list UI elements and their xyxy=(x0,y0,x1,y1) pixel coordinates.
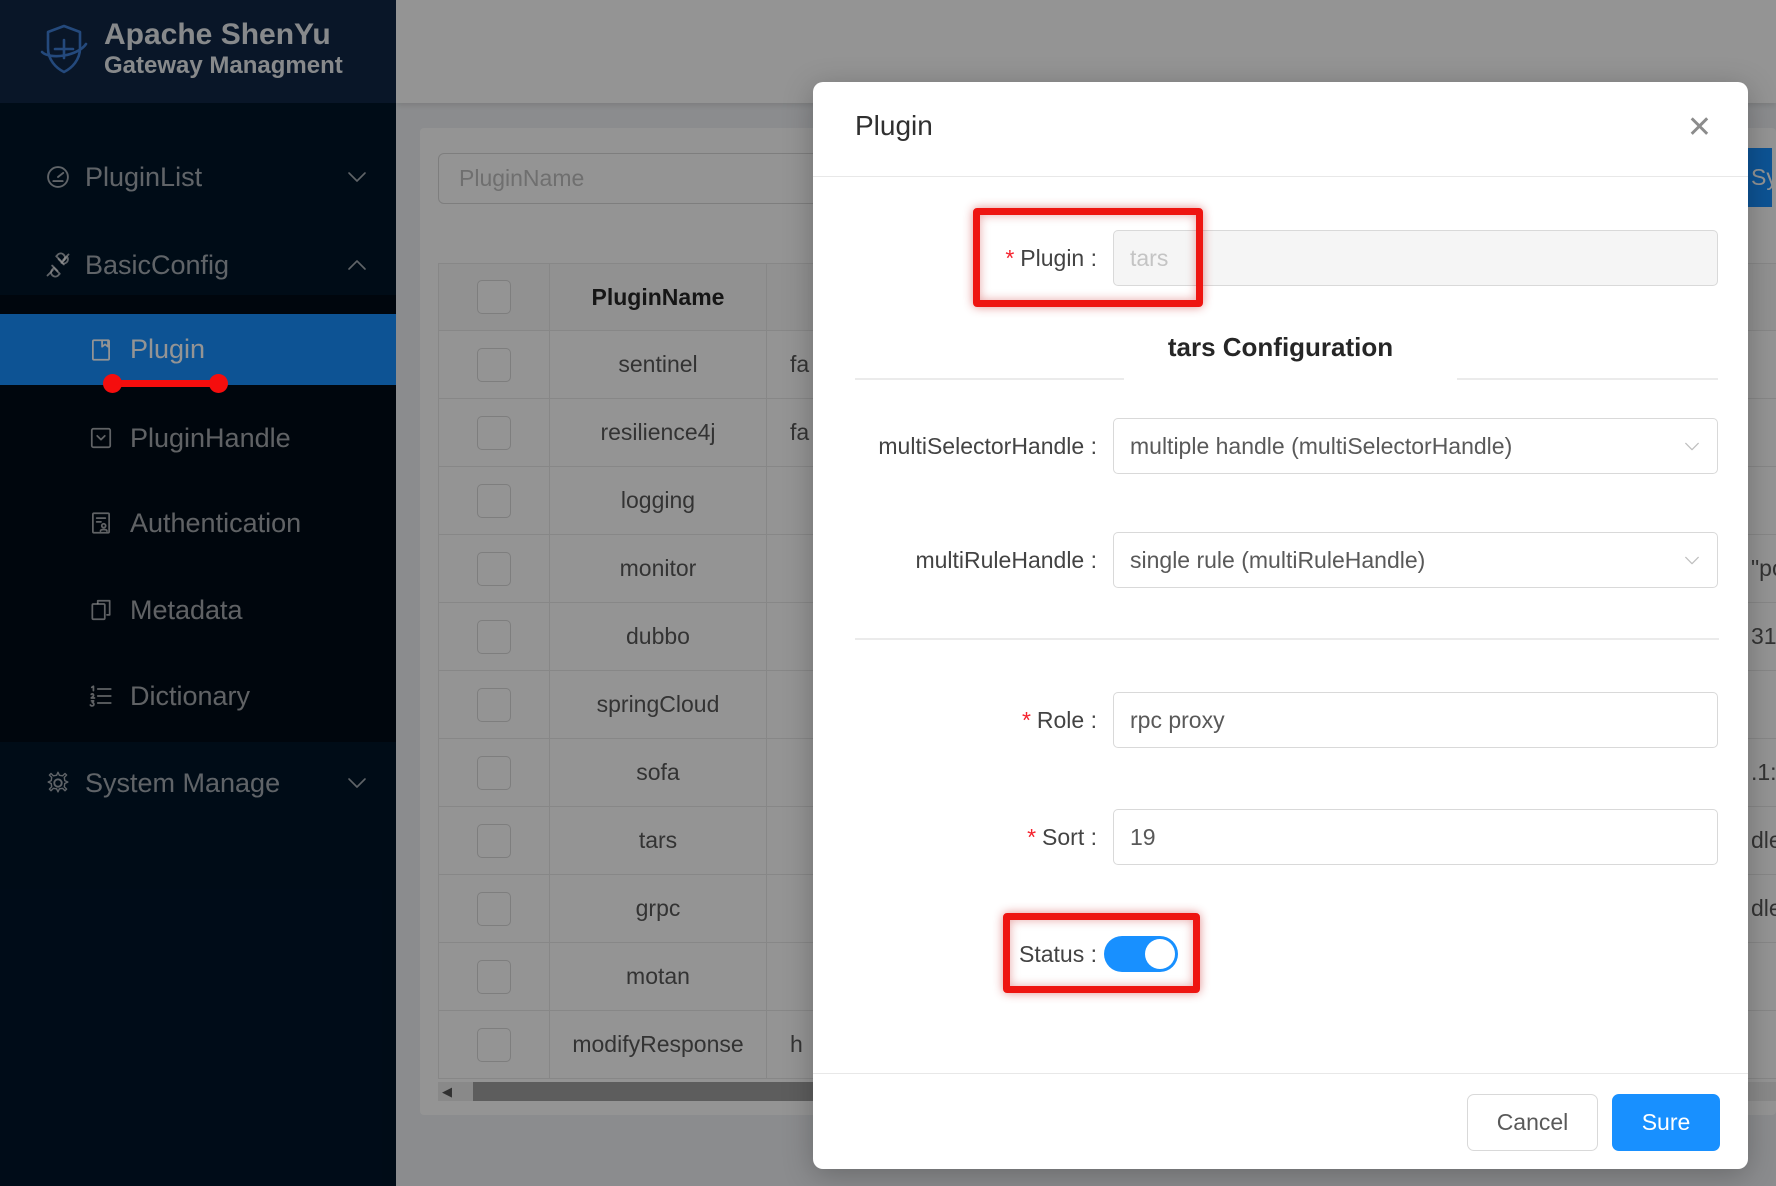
sure-button[interactable]: Sure xyxy=(1612,1094,1720,1151)
section-divider xyxy=(855,638,1719,640)
chevron-down-icon xyxy=(1683,441,1701,452)
modal-header: Plugin ✕ xyxy=(813,82,1748,177)
config-heading: tars Configuration xyxy=(813,332,1748,363)
annotation-dot-right xyxy=(209,374,228,393)
modal-footer: Cancel Sure xyxy=(813,1073,1748,1169)
cancel-button[interactable]: Cancel xyxy=(1467,1094,1598,1151)
sort-input[interactable]: 19 xyxy=(1113,809,1718,865)
multiselectorhandle-select[interactable]: multiple handle (multiSelectorHandle) xyxy=(1113,418,1718,474)
plugin-name-input[interactable]: tars xyxy=(1113,230,1718,286)
multirulehandle-select[interactable]: single rule (multiRuleHandle) xyxy=(1113,532,1718,588)
role-input[interactable]: rpc proxy xyxy=(1113,692,1718,748)
annotation-underline-plugin xyxy=(112,380,218,387)
plugin-modal: Plugin ✕ *Plugin : tars tars Configurati… xyxy=(813,82,1748,1169)
sort-field-label: *Sort : xyxy=(813,809,1097,865)
multiselectorhandle-label: multiSelectorHandle : xyxy=(813,418,1097,474)
required-mark: * xyxy=(1027,824,1036,850)
multirulehandle-label: multiRuleHandle : xyxy=(813,532,1097,588)
divider-left xyxy=(855,378,1124,380)
close-icon[interactable]: ✕ xyxy=(1687,110,1712,145)
select-value: single rule (multiRuleHandle) xyxy=(1130,547,1425,573)
required-mark: * xyxy=(1022,707,1031,733)
role-field-label: *Role : xyxy=(813,692,1097,748)
annotation-dot-left xyxy=(103,374,122,393)
annotation-box-status-toggle xyxy=(1003,913,1200,993)
divider-right xyxy=(1457,378,1718,380)
select-value: multiple handle (multiSelectorHandle) xyxy=(1130,433,1512,459)
app-screen: PluginName PluginName sentinelfaresilien… xyxy=(0,0,1776,1186)
modal-title: Plugin xyxy=(855,110,933,142)
annotation-box-plugin-field xyxy=(973,208,1203,307)
chevron-down-icon xyxy=(1683,555,1701,566)
